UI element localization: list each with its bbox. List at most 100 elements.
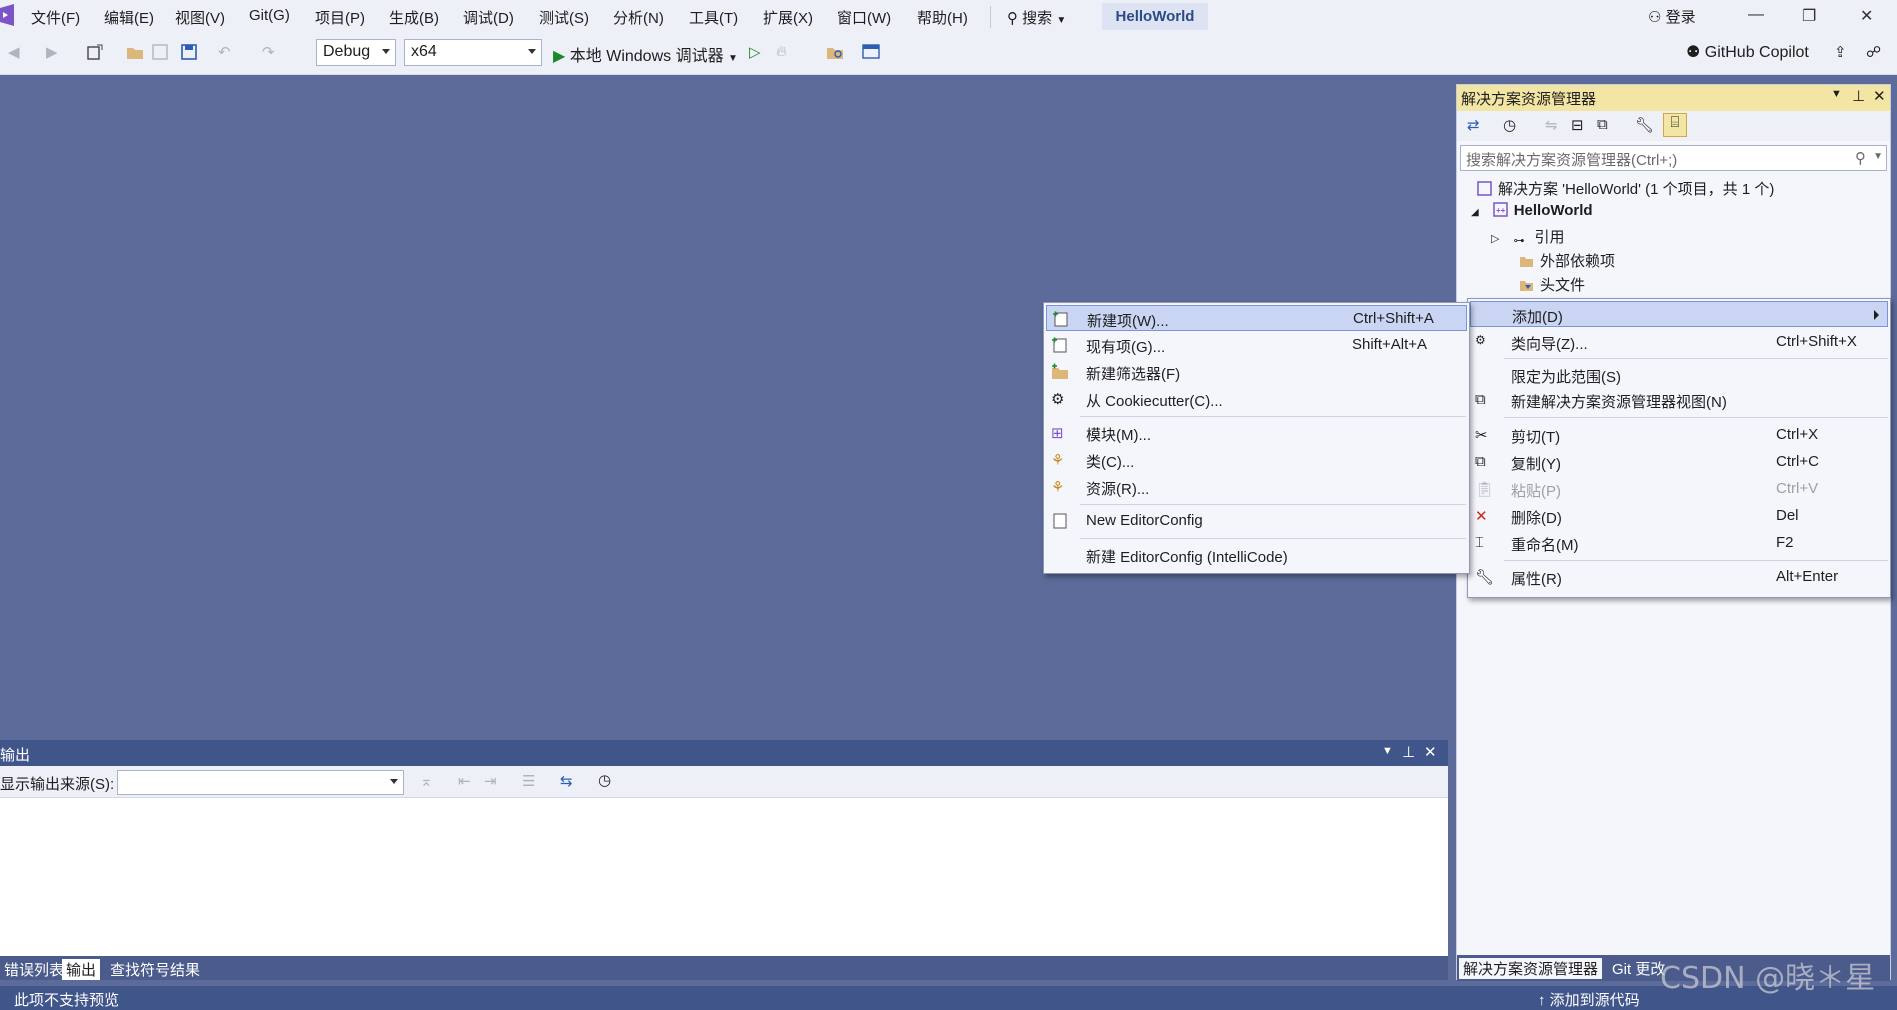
tree-item-solution[interactable]: 解决方案 'HelloWorld' (1 个项目，共 1 个) bbox=[1477, 178, 1774, 199]
output-source-dropdown[interactable] bbox=[117, 770, 404, 795]
menu-item-resource[interactable]: ⚘ 资源(R)... bbox=[1046, 474, 1467, 500]
forward-icon[interactable]: ▶ bbox=[46, 43, 64, 61]
close-icon[interactable]: ✕ bbox=[1860, 6, 1873, 26]
new-project-icon[interactable] bbox=[86, 43, 104, 61]
menu-item-new-editorconfig[interactable]: New EditorConfig bbox=[1046, 508, 1467, 534]
add-to-source-control-button[interactable]: ↑ 添加到源代码 bbox=[1538, 989, 1640, 1010]
menu-project[interactable]: 项目(P) bbox=[315, 7, 365, 28]
pin-icon[interactable]: ⊥ bbox=[1852, 87, 1865, 105]
menu-item-class[interactable]: ⚘ 类(C)... bbox=[1046, 447, 1467, 473]
menu-analyze[interactable]: 分析(N) bbox=[613, 7, 664, 28]
menu-debug[interactable]: 调试(D) bbox=[463, 7, 514, 28]
wrench-icon[interactable]: 🔧︎ bbox=[1635, 116, 1654, 134]
menu-item-copy[interactable]: ⧉ 复制(Y) Ctrl+C bbox=[1470, 449, 1888, 475]
menu-git[interactable]: Git(G) bbox=[249, 7, 290, 24]
menu-bar: 文件(F) 编辑(E) 视图(V) Git(G) 项目(P) 生成(B) 调试(… bbox=[0, 0, 1897, 33]
tab-error-list[interactable]: 错误列表 bbox=[0, 959, 68, 980]
show-all-files-icon[interactable]: ⧉ bbox=[1597, 116, 1608, 133]
tab-solution-explorer[interactable]: 解决方案资源管理器 bbox=[1459, 958, 1603, 979]
menu-view[interactable]: 视图(V) bbox=[175, 7, 225, 28]
close-icon[interactable]: ✕ bbox=[1424, 743, 1437, 761]
sync-icon[interactable]: ⇋ bbox=[1545, 116, 1558, 134]
feedback-icon[interactable]: ☍ bbox=[1866, 43, 1884, 61]
tree-item-external-deps[interactable]: 外部依赖项 bbox=[1519, 250, 1615, 271]
tab-find-symbol-results[interactable]: 查找符号结果 bbox=[106, 959, 204, 980]
menu-item-scope-to-this[interactable]: 限定为此范围(S) bbox=[1470, 362, 1888, 388]
menu-item-new-item[interactable]: 新建项(W)... Ctrl+Shift+A bbox=[1046, 305, 1467, 331]
restore-icon[interactable]: ❐ bbox=[1802, 6, 1816, 26]
tree-item-project[interactable]: ◢ ++ HelloWorld bbox=[1471, 202, 1593, 219]
collapse-arrow-icon[interactable]: ▷ bbox=[1491, 233, 1499, 245]
chevron-down-icon[interactable]: ▼ bbox=[1382, 745, 1393, 757]
tree-item-references[interactable]: ▷ ⊶ 引用 bbox=[1491, 226, 1564, 249]
chevron-down-icon[interactable]: ▼ bbox=[1873, 151, 1883, 162]
redo-icon[interactable]: ↷ bbox=[262, 43, 280, 61]
menu-file[interactable]: 文件(F) bbox=[31, 7, 80, 28]
menu-item-existing-item[interactable]: 现有项(G)... Shift+Alt+A bbox=[1046, 332, 1467, 358]
visual-studio-logo-icon[interactable] bbox=[0, 4, 14, 26]
undo-icon[interactable]: ↶ bbox=[218, 43, 236, 61]
menu-build[interactable]: 生成(B) bbox=[389, 7, 439, 28]
collapse-all-icon[interactable]: ⊟ bbox=[1571, 116, 1584, 134]
menu-test[interactable]: 测试(S) bbox=[539, 7, 589, 28]
clear-all-icon[interactable]: ☰ bbox=[522, 772, 535, 790]
menu-help[interactable]: 帮助(H) bbox=[917, 7, 968, 28]
share-icon[interactable]: ⇪ bbox=[1834, 43, 1852, 61]
menu-item-new-view[interactable]: ⧉ 新建解决方案资源管理器视图(N) bbox=[1470, 387, 1888, 413]
layout-icon[interactable] bbox=[862, 43, 880, 61]
platform-dropdown[interactable]: x64 bbox=[404, 39, 542, 66]
timestamp-icon[interactable]: ◷ bbox=[598, 771, 611, 789]
chevron-down-icon bbox=[390, 779, 398, 784]
minimize-icon[interactable]: — bbox=[1748, 6, 1764, 24]
open-folder-icon[interactable] bbox=[126, 43, 144, 61]
chevron-down-icon[interactable]: ▼ bbox=[1831, 88, 1842, 100]
configuration-dropdown[interactable]: Debug bbox=[316, 39, 396, 66]
menu-item-label: 剪切(T) bbox=[1511, 429, 1561, 446]
pin-icon[interactable]: ⊥ bbox=[1402, 743, 1415, 761]
search-button[interactable]: ⚲ 搜索 ▼ bbox=[1007, 7, 1066, 28]
github-copilot-button[interactable]: ⚉ GitHub Copilot bbox=[1686, 42, 1809, 62]
tree-item-header-files[interactable]: 头文件 bbox=[1519, 274, 1585, 295]
solution-explorer-search-input[interactable]: 搜索解决方案资源管理器(Ctrl+;) ⚲ ▼ bbox=[1460, 145, 1887, 171]
cut-icon: ✂ bbox=[1475, 427, 1488, 444]
word-wrap-icon[interactable]: ⇆ bbox=[560, 772, 573, 790]
save-icon[interactable] bbox=[151, 43, 169, 61]
previous-message-icon[interactable]: ⇤ bbox=[458, 772, 471, 790]
menu-item-new-editorconfig-intellicode[interactable]: 新建 EditorConfig (IntelliCode) bbox=[1046, 542, 1467, 568]
back-icon[interactable]: ◀ bbox=[8, 43, 26, 61]
start-without-debugging-icon[interactable]: ▷ bbox=[749, 43, 767, 61]
menu-item-paste[interactable]: 📋︎ 粘贴(P) Ctrl+V bbox=[1470, 476, 1888, 502]
menu-item-class-wizard[interactable]: ⚙ 类向导(Z)... Ctrl+Shift+X bbox=[1470, 329, 1888, 355]
close-icon[interactable]: ✕ bbox=[1873, 87, 1886, 105]
menu-window[interactable]: 窗口(W) bbox=[837, 7, 891, 28]
login-button[interactable]: ⚇ 登录 bbox=[1648, 6, 1696, 27]
history-icon[interactable]: ◷ bbox=[1503, 116, 1516, 134]
save-all-icon[interactable] bbox=[180, 43, 198, 61]
menu-item-properties[interactable]: 🔧︎ 属性(R) Alt+Enter bbox=[1470, 564, 1888, 590]
switch-views-icon[interactable]: ⇄ bbox=[1467, 116, 1480, 134]
menu-tools[interactable]: 工具(T) bbox=[689, 7, 738, 28]
hot-reload-icon[interactable]: 🔥︎ bbox=[776, 43, 794, 61]
next-message-icon[interactable]: ⇥ bbox=[484, 772, 497, 790]
browse-folder-icon[interactable] bbox=[826, 43, 844, 61]
tab-output[interactable]: 输出 bbox=[62, 959, 101, 980]
menu-separator bbox=[1504, 560, 1888, 561]
menu-item-cookiecutter[interactable]: ⚙ 从 Cookiecutter(C)... bbox=[1046, 386, 1467, 412]
start-debugging-button[interactable]: ▶ 本地 Windows 调试器 ▼ bbox=[553, 42, 738, 66]
menu-item-add[interactable]: 添加(D) bbox=[1470, 301, 1888, 327]
menu-item-module[interactable]: ⊞ 模块(M)... bbox=[1046, 420, 1467, 446]
chevron-down-icon: ▼ bbox=[728, 53, 738, 64]
tree-label: 头文件 bbox=[1540, 277, 1586, 294]
external-deps-icon bbox=[1520, 257, 1533, 267]
menu-extensions[interactable]: 扩展(X) bbox=[763, 7, 813, 28]
menu-item-rename[interactable]: ⌶ 重命名(M) F2 bbox=[1470, 530, 1888, 556]
menu-item-shortcut: Alt+Enter bbox=[1776, 568, 1839, 585]
preview-icon[interactable]: ⌸ bbox=[1663, 113, 1687, 137]
expand-arrow-icon[interactable]: ◢ bbox=[1471, 207, 1479, 218]
menu-item-cut[interactable]: ✂ 剪切(T) Ctrl+X bbox=[1470, 422, 1888, 448]
menu-item-new-filter[interactable]: 新建筛选器(F) bbox=[1046, 359, 1467, 385]
find-message-icon[interactable]: ⌅ bbox=[420, 772, 433, 790]
menu-item-delete[interactable]: ✕ 删除(D) Del bbox=[1470, 503, 1888, 529]
menu-edit[interactable]: 编辑(E) bbox=[104, 7, 154, 28]
menu-item-label: 新建项(W)... bbox=[1087, 313, 1169, 330]
